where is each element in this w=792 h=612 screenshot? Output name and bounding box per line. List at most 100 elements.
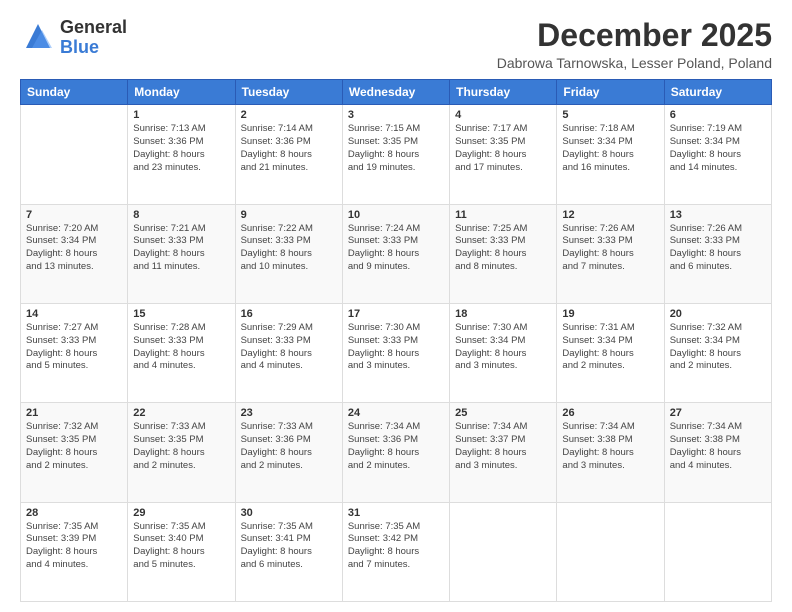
table-row: 28 Sunrise: 7:35 AM Sunset: 3:39 PM Dayli… (21, 502, 128, 601)
table-row (557, 502, 664, 601)
day-number: 21 (26, 407, 122, 419)
day-detail: Sunrise: 7:14 AM Sunset: 3:36 PM Dayligh… (241, 123, 337, 174)
calendar-table: Sunday Monday Tuesday Wednesday Thursday… (20, 79, 772, 602)
table-row: 8Sunrise: 7:21 AM Sunset: 3:33 PM Daylig… (128, 204, 235, 303)
table-row: 20 Sunrise: 7:32 AM Sunset: 3:34 PM Dayli… (664, 303, 771, 402)
title-block: December 2025 Dabrowa Tarnowska, Lesser … (497, 18, 772, 71)
day-number: 13 (670, 209, 766, 221)
day-number: 4 (455, 109, 551, 121)
day-number: 5 (562, 109, 658, 121)
day-detail: Sunrise: 7:30 AM Sunset: 3:33 PM Dayligh… (348, 322, 444, 373)
header: General Blue December 2025 Dabrowa Tarno… (20, 18, 772, 71)
day-number: 18 (455, 308, 551, 320)
day-detail: Sunrise: 7:13 AM Sunset: 3:36 PM Dayligh… (133, 123, 229, 174)
day-number: 7 (26, 209, 122, 221)
day-detail: Sunrise: 7:32 AM Sunset: 3:34 PM Dayligh… (670, 322, 766, 373)
day-number: 31 (348, 507, 444, 519)
logo-blue: Blue (60, 38, 127, 58)
day-detail: Sunrise: 7:25 AM Sunset: 3:33 PM Dayligh… (455, 223, 551, 274)
table-row: 14Sunrise: 7:27 AM Sunset: 3:33 PM Dayli… (21, 303, 128, 402)
table-row: 31 Sunrise: 7:35 AM Sunset: 3:42 PM Dayli… (342, 502, 449, 601)
table-row: 3 Sunrise: 7:15 AM Sunset: 3:35 PM Daylig… (342, 105, 449, 204)
day-detail: Sunrise: 7:24 AM Sunset: 3:33 PM Dayligh… (348, 223, 444, 274)
table-row: 18 Sunrise: 7:30 AM Sunset: 3:34 PM Dayli… (450, 303, 557, 402)
day-detail: Sunrise: 7:26 AM Sunset: 3:33 PM Dayligh… (562, 223, 658, 274)
day-detail: Sunrise: 7:30 AM Sunset: 3:34 PM Dayligh… (455, 322, 551, 373)
day-number: 15 (133, 308, 229, 320)
day-detail: Sunrise: 7:33 AM Sunset: 3:36 PM Dayligh… (241, 421, 337, 472)
header-thursday: Thursday (450, 80, 557, 105)
table-row: 7 Sunrise: 7:20 AM Sunset: 3:34 PM Daylig… (21, 204, 128, 303)
day-number: 10 (348, 209, 444, 221)
day-number: 22 (133, 407, 229, 419)
header-tuesday: Tuesday (235, 80, 342, 105)
table-row: 12 Sunrise: 7:26 AM Sunset: 3:33 PM Dayli… (557, 204, 664, 303)
day-number: 12 (562, 209, 658, 221)
header-monday: Monday (128, 80, 235, 105)
day-detail: Sunrise: 7:35 AM Sunset: 3:41 PM Dayligh… (241, 521, 337, 572)
table-row: 30Sunrise: 7:35 AM Sunset: 3:41 PM Dayli… (235, 502, 342, 601)
table-row: 2 Sunrise: 7:14 AM Sunset: 3:36 PM Daylig… (235, 105, 342, 204)
day-number: 6 (670, 109, 766, 121)
table-row: 13 Sunrise: 7:26 AM Sunset: 3:33 PM Dayli… (664, 204, 771, 303)
day-number: 19 (562, 308, 658, 320)
header-sunday: Sunday (21, 80, 128, 105)
header-saturday: Saturday (664, 80, 771, 105)
day-detail: Sunrise: 7:18 AM Sunset: 3:34 PM Dayligh… (562, 123, 658, 174)
day-detail: Sunrise: 7:32 AM Sunset: 3:35 PM Dayligh… (26, 421, 122, 472)
day-detail: Sunrise: 7:35 AM Sunset: 3:39 PM Dayligh… (26, 521, 122, 572)
table-row: 24Sunrise: 7:34 AM Sunset: 3:36 PM Dayli… (342, 403, 449, 502)
day-detail: Sunrise: 7:27 AM Sunset: 3:33 PM Dayligh… (26, 322, 122, 373)
calendar: Sunday Monday Tuesday Wednesday Thursday… (20, 79, 772, 602)
table-row: 17Sunrise: 7:30 AM Sunset: 3:33 PM Dayli… (342, 303, 449, 402)
day-detail: Sunrise: 7:15 AM Sunset: 3:35 PM Dayligh… (348, 123, 444, 174)
logo-general: General (60, 18, 127, 38)
day-number: 1 (133, 109, 229, 121)
calendar-header-row: Sunday Monday Tuesday Wednesday Thursday… (21, 80, 772, 105)
day-number: 16 (241, 308, 337, 320)
day-number: 2 (241, 109, 337, 121)
location: Dabrowa Tarnowska, Lesser Poland, Poland (497, 55, 772, 71)
day-detail: Sunrise: 7:33 AM Sunset: 3:35 PM Dayligh… (133, 421, 229, 472)
calendar-week-row: 28 Sunrise: 7:35 AM Sunset: 3:39 PM Dayli… (21, 502, 772, 601)
table-row (664, 502, 771, 601)
calendar-week-row: 1 Sunrise: 7:13 AM Sunset: 3:36 PM Daylig… (21, 105, 772, 204)
day-detail: Sunrise: 7:31 AM Sunset: 3:34 PM Dayligh… (562, 322, 658, 373)
day-number: 24 (348, 407, 444, 419)
day-number: 26 (562, 407, 658, 419)
day-number: 20 (670, 308, 766, 320)
table-row: 23Sunrise: 7:33 AM Sunset: 3:36 PM Dayli… (235, 403, 342, 502)
logo: General Blue (20, 18, 127, 58)
month-title: December 2025 (497, 18, 772, 53)
day-detail: Sunrise: 7:21 AM Sunset: 3:33 PM Dayligh… (133, 223, 229, 274)
header-wednesday: Wednesday (342, 80, 449, 105)
calendar-week-row: 21 Sunrise: 7:32 AM Sunset: 3:35 PM Dayli… (21, 403, 772, 502)
table-row: 16 Sunrise: 7:29 AM Sunset: 3:33 PM Dayli… (235, 303, 342, 402)
day-number: 27 (670, 407, 766, 419)
day-detail: Sunrise: 7:19 AM Sunset: 3:34 PM Dayligh… (670, 123, 766, 174)
day-detail: Sunrise: 7:34 AM Sunset: 3:37 PM Dayligh… (455, 421, 551, 472)
header-friday: Friday (557, 80, 664, 105)
day-number: 3 (348, 109, 444, 121)
table-row: 21 Sunrise: 7:32 AM Sunset: 3:35 PM Dayli… (21, 403, 128, 502)
table-row: 19 Sunrise: 7:31 AM Sunset: 3:34 PM Dayli… (557, 303, 664, 402)
day-detail: Sunrise: 7:26 AM Sunset: 3:33 PM Dayligh… (670, 223, 766, 274)
day-detail: Sunrise: 7:29 AM Sunset: 3:33 PM Dayligh… (241, 322, 337, 373)
calendar-week-row: 14Sunrise: 7:27 AM Sunset: 3:33 PM Dayli… (21, 303, 772, 402)
day-number: 9 (241, 209, 337, 221)
table-row: 1 Sunrise: 7:13 AM Sunset: 3:36 PM Daylig… (128, 105, 235, 204)
day-detail: Sunrise: 7:28 AM Sunset: 3:33 PM Dayligh… (133, 322, 229, 373)
table-row: 4 Sunrise: 7:17 AM Sunset: 3:35 PM Daylig… (450, 105, 557, 204)
day-detail: Sunrise: 7:35 AM Sunset: 3:42 PM Dayligh… (348, 521, 444, 572)
table-row: 27Sunrise: 7:34 AM Sunset: 3:38 PM Dayli… (664, 403, 771, 502)
day-detail: Sunrise: 7:22 AM Sunset: 3:33 PM Dayligh… (241, 223, 337, 274)
table-row: 5 Sunrise: 7:18 AM Sunset: 3:34 PM Daylig… (557, 105, 664, 204)
table-row: 9 Sunrise: 7:22 AM Sunset: 3:33 PM Daylig… (235, 204, 342, 303)
logo-icon (20, 20, 56, 56)
day-detail: Sunrise: 7:20 AM Sunset: 3:34 PM Dayligh… (26, 223, 122, 274)
day-detail: Sunrise: 7:17 AM Sunset: 3:35 PM Dayligh… (455, 123, 551, 174)
logo-text: General Blue (60, 18, 127, 58)
table-row: 26Sunrise: 7:34 AM Sunset: 3:38 PM Dayli… (557, 403, 664, 502)
page: General Blue December 2025 Dabrowa Tarno… (0, 0, 792, 612)
day-number: 28 (26, 507, 122, 519)
